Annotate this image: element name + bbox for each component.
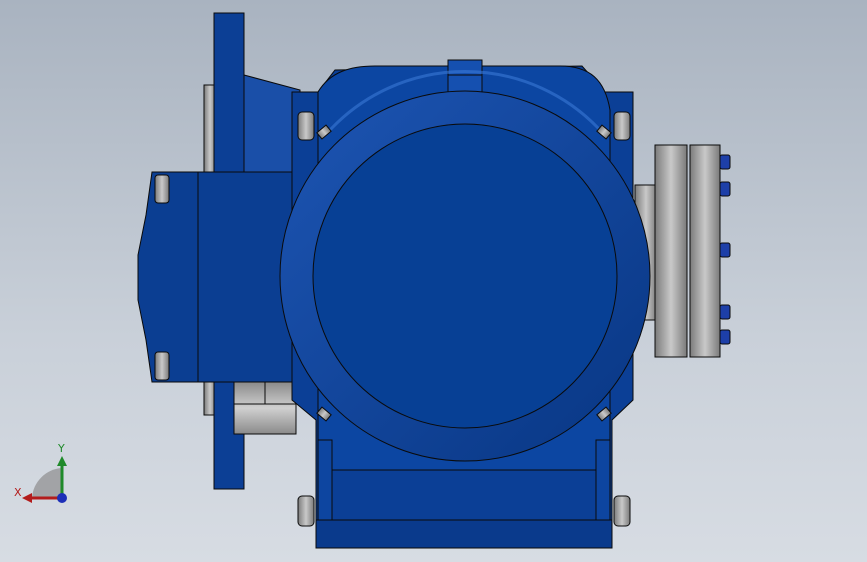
cad-graphics-viewport[interactable]: Y X: [0, 0, 867, 562]
y-axis-label: Y: [57, 442, 65, 455]
right-output-hub: [634, 144, 731, 358]
z-axis-dot: [57, 493, 67, 503]
y-axis-head: [57, 456, 67, 466]
x-axis-label: X: [14, 486, 22, 499]
coordinate-triad-icon: Y X: [14, 442, 67, 503]
lower-shaft-coupling: [233, 381, 297, 435]
x-axis-head: [22, 493, 32, 503]
gearbox-3d-model[interactable]: [0, 0, 867, 562]
